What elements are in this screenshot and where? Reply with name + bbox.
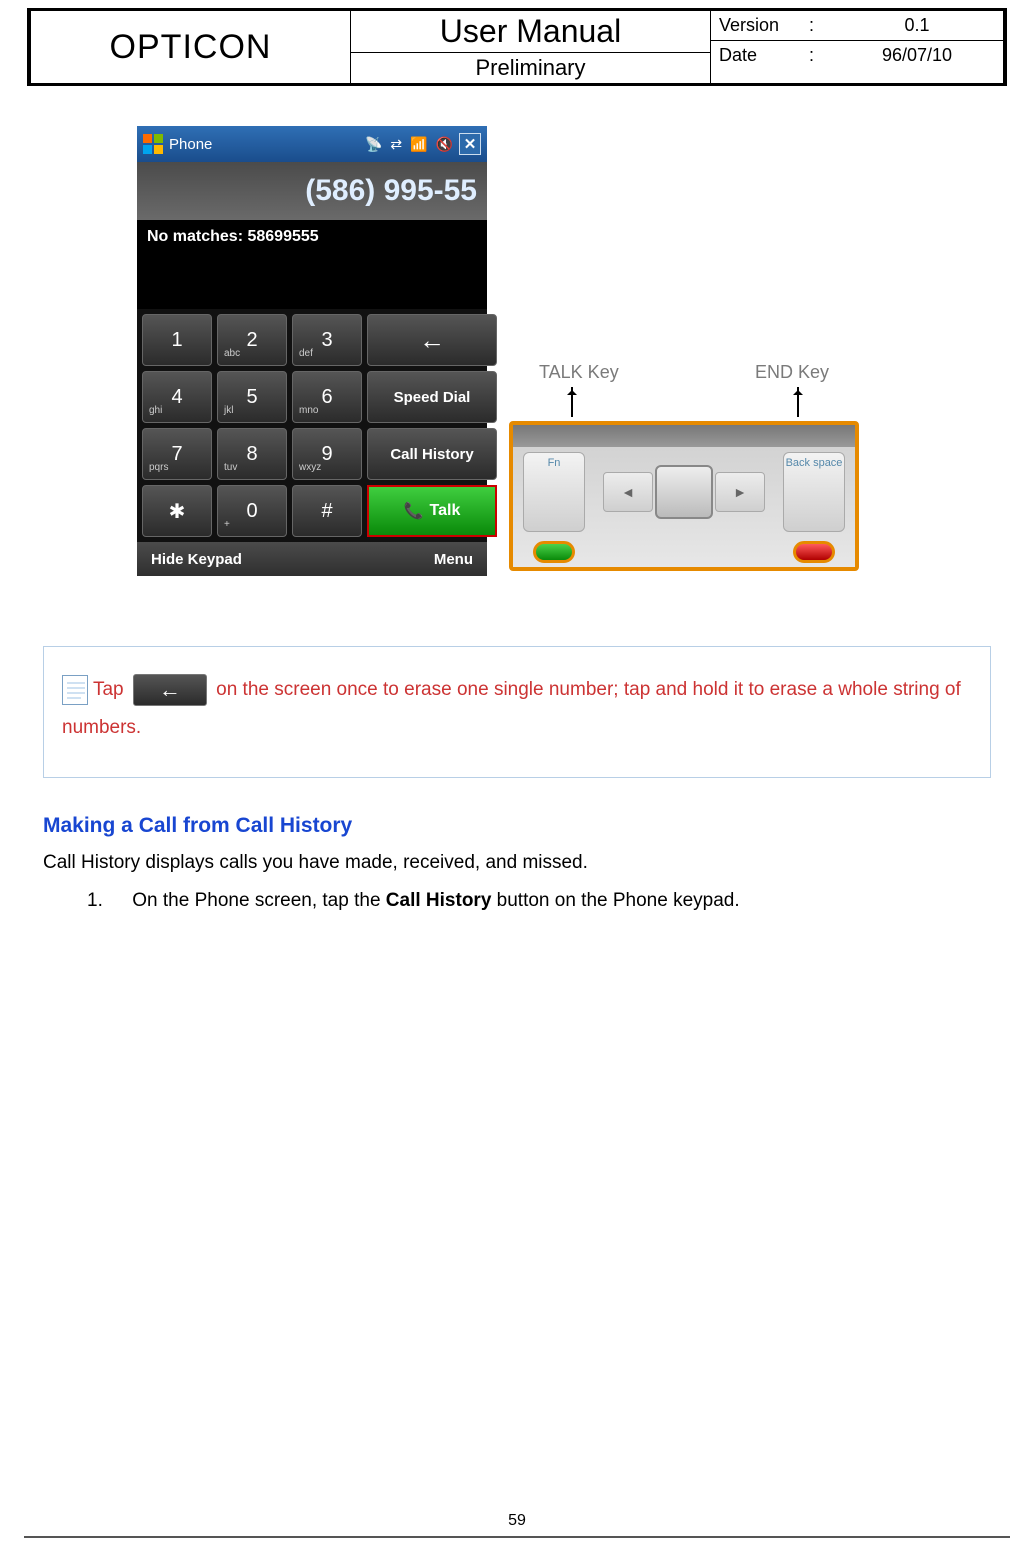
end-key-label: END Key: [755, 362, 829, 383]
dpad-right: ►: [715, 472, 765, 512]
softkey-hide-keypad[interactable]: Hide Keypad: [151, 551, 242, 568]
tip-pre: Tap: [93, 679, 124, 700]
softkey-menu[interactable]: Menu: [434, 551, 473, 568]
close-icon[interactable]: ✕: [459, 133, 481, 155]
section-intro: Call History displays calls you have mad…: [43, 848, 991, 878]
key-2[interactable]: 2abc: [217, 314, 287, 366]
softkey-bar: Hide Keypad Menu: [137, 542, 487, 576]
key-5[interactable]: 5jkl: [217, 371, 287, 423]
dialed-number-display: (586) 995-55: [137, 162, 487, 220]
phone-titlebar: Phone 📡 ⇄ 📶 🔇 ✕: [137, 126, 487, 162]
key-7[interactable]: 7pqrs: [142, 428, 212, 480]
status-icon: ⇄: [390, 136, 402, 153]
date-value: 96/07/10: [839, 45, 995, 66]
key-star[interactable]: ✱: [142, 485, 212, 537]
doc-header: OPTICON User Manual Preliminary Version …: [27, 8, 1007, 86]
note-page-icon: [62, 675, 88, 705]
meta-cell: Version : 0.1 Date : 96/07/10: [711, 11, 1003, 83]
step-1: 1. On the Phone screen, tap the Call His…: [87, 886, 1007, 916]
dpad-center: [655, 465, 713, 519]
key-9[interactable]: 9wxyz: [292, 428, 362, 480]
version-label: Version: [719, 15, 809, 36]
section-heading: Making a Call from Call History: [43, 814, 1007, 838]
key-6[interactable]: 6mno: [292, 371, 362, 423]
end-key-icon: [793, 541, 835, 563]
status-icon: 📡: [365, 136, 382, 153]
hw-key-labels: TALK Key END Key: [509, 362, 859, 383]
key-3[interactable]: 3def: [292, 314, 362, 366]
windows-flag-icon: [143, 134, 163, 154]
fn-key: Fn: [523, 452, 585, 532]
brand-cell: OPTICON: [31, 11, 351, 83]
phone-app-title: Phone: [169, 136, 212, 153]
tip-box: Tap ← on the screen once to erase one si…: [43, 646, 991, 778]
dpad-left: ◄: [603, 472, 653, 512]
erase-key-icon: ←: [133, 674, 207, 706]
talk-key-label: TALK Key: [539, 362, 619, 383]
key-8[interactable]: 8tuv: [217, 428, 287, 480]
phone-keypad: 1 2abc 3def ← 4ghi 5jkl 6mno Speed Dial …: [137, 309, 487, 542]
backspace-key[interactable]: ←: [367, 314, 497, 366]
footer-rule: [24, 1536, 1010, 1538]
no-matches-text: No matches: 58699555: [137, 220, 487, 254]
version-value: 0.1: [839, 15, 995, 36]
arrow-icon: [571, 387, 573, 417]
phone-screenshot: Phone 📡 ⇄ 📶 🔇 ✕ (586) 995-55 No matches:…: [137, 126, 487, 576]
call-history-bold: Call History: [386, 890, 492, 911]
arrow-icon: [797, 387, 799, 417]
hw-arrow-callouts: [509, 387, 859, 421]
phone-handset-icon: 📞: [404, 501, 424, 521]
signal-icon: 📶: [410, 136, 427, 153]
page-number: 59: [508, 1512, 526, 1530]
title-cell: User Manual Preliminary: [351, 11, 711, 83]
doc-subtitle: Preliminary: [351, 53, 710, 83]
doc-title: User Manual: [351, 11, 710, 53]
step-number: 1.: [87, 886, 127, 916]
backspace-hw-key: Back space: [783, 452, 845, 532]
speed-dial-key[interactable]: Speed Dial: [367, 371, 497, 423]
key-1[interactable]: 1: [142, 314, 212, 366]
talk-key-icon: [533, 541, 575, 563]
key-4[interactable]: 4ghi: [142, 371, 212, 423]
talk-button[interactable]: 📞 Talk: [367, 485, 497, 537]
key-pound[interactable]: #: [292, 485, 362, 537]
call-history-key[interactable]: Call History: [367, 428, 497, 480]
key-0[interactable]: 0+: [217, 485, 287, 537]
hardware-keypad-photo: Fn ◄ ► Back space: [509, 421, 859, 571]
speaker-icon: 🔇: [436, 136, 453, 153]
date-label: Date: [719, 45, 809, 66]
